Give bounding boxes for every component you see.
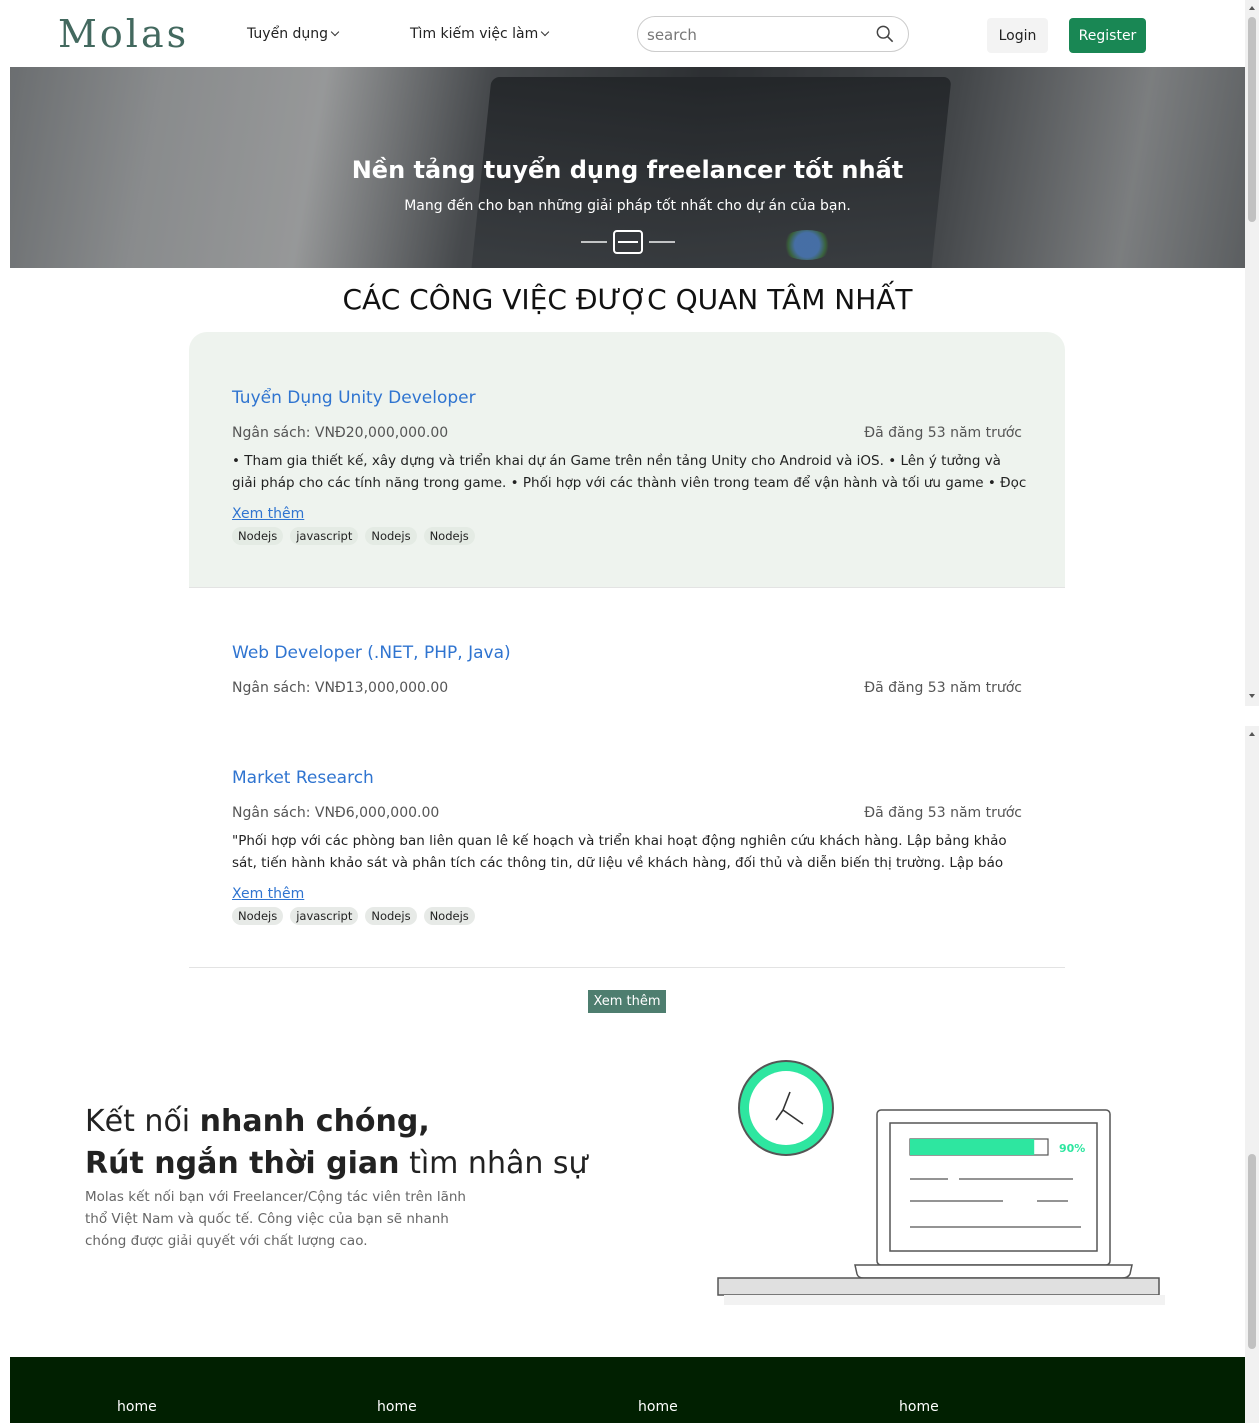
job-card: Market Research Ngân sách: VNĐ6,000,000.…: [189, 713, 1065, 968]
footer-link-home[interactable]: home: [377, 1399, 417, 1415]
search-box: [637, 16, 909, 52]
scrollbar-thumb[interactable]: [1248, 17, 1256, 222]
promo-heading: Kết nối nhanh chóng, Rút ngắn thời gian …: [85, 1101, 588, 1185]
carousel-indicator-1[interactable]: [581, 241, 607, 243]
job-posted-time: Đã đăng 53 năm trước: [864, 805, 1022, 821]
carousel-indicators: [581, 230, 675, 254]
job-tag[interactable]: javascript: [290, 907, 359, 925]
scrollbar-bottom[interactable]: [1245, 726, 1259, 1423]
menu-label: Tuyển dụng: [247, 26, 329, 42]
search-icon[interactable]: [876, 25, 894, 43]
job-budget: Ngân sách: VNĐ6,000,000.00: [232, 805, 440, 821]
hero-title: Nền tảng tuyển dụng freelancer tốt nhất: [351, 156, 904, 184]
footer-link-home[interactable]: home: [899, 1399, 939, 1415]
job-tag[interactable]: Nodejs: [365, 907, 417, 925]
job-title-link[interactable]: Tuyển Dụng Unity Developer: [232, 388, 476, 408]
scrollbar-top[interactable]: [1245, 0, 1259, 706]
job-tags: Nodejs javascript Nodejs Nodejs: [232, 907, 475, 925]
register-button[interactable]: Register: [1069, 18, 1146, 53]
chevron-down-icon: [541, 27, 550, 37]
job-budget: Ngân sách: VNĐ20,000,000.00: [232, 425, 449, 441]
scroll-up-icon[interactable]: [1249, 732, 1255, 736]
job-tag[interactable]: javascript: [290, 527, 359, 545]
job-title-link[interactable]: Web Developer (.NET, PHP, Java): [232, 643, 511, 663]
job-tag[interactable]: Nodejs: [232, 907, 284, 925]
promo-heading-bold: Rút ngắn thời gian: [85, 1146, 400, 1181]
hero-subtitle: Mang đến cho bạn những giải pháp tốt nhấ…: [404, 198, 851, 214]
job-posted-time: Đã đăng 53 năm trước: [864, 680, 1022, 696]
promo-heading-part: Kết nối: [85, 1104, 200, 1139]
job-tag[interactable]: Nodejs: [423, 527, 475, 545]
clock-icon: [738, 1060, 834, 1156]
hero-carousel: Nền tảng tuyển dụng freelancer tốt nhất …: [10, 67, 1245, 268]
menu-tim-kiem-viec-lam[interactable]: Tìm kiếm việc làm: [410, 26, 550, 42]
scrollbar-thumb[interactable]: [1248, 1154, 1256, 1349]
job-read-more-link[interactable]: Xem thêm: [232, 506, 304, 522]
job-description: "Phối hợp với các phòng ban liên quan lê…: [232, 833, 1007, 871]
job-posted-time: Đã đăng 53 năm trước: [864, 425, 1022, 441]
footer-link-home[interactable]: home: [638, 1399, 678, 1415]
job-description: • Tham gia thiết kế, xây dựng và triển k…: [232, 453, 1027, 491]
view-more-button[interactable]: Xem thêm: [588, 990, 666, 1013]
job-read-more-link[interactable]: Xem thêm: [232, 886, 304, 902]
menu-tuyen-dung[interactable]: Tuyển dụng: [247, 26, 340, 42]
navbar: Molas Tuyển dụng Tìm kiếm việc làm Login…: [0, 0, 1245, 67]
job-card: Web Developer (.NET, PHP, Java) Ngân sác…: [189, 588, 1065, 713]
carousel-indicator-2[interactable]: [613, 230, 643, 254]
section-title: CÁC CÔNG VIỆC ĐƯỢC QUAN TÂM NHẤT: [342, 283, 913, 316]
promo-heading-bold: nhanh chóng,: [199, 1104, 430, 1139]
menu-label: Tìm kiếm việc làm: [410, 26, 539, 42]
job-tag[interactable]: Nodejs: [365, 527, 417, 545]
login-button[interactable]: Login: [987, 18, 1048, 53]
scroll-up-icon[interactable]: [1249, 6, 1255, 10]
job-card: Tuyển Dụng Unity Developer Ngân sách: VN…: [189, 332, 1065, 588]
laptop-clock-illustration: 90%: [717, 1060, 1165, 1305]
job-tags: Nodejs javascript Nodejs Nodejs: [232, 527, 475, 545]
promo-paragraph: Molas kết nối bạn với Freelancer/Cộng tá…: [85, 1189, 466, 1249]
scroll-down-icon[interactable]: [1249, 694, 1255, 698]
promo-heading-part: tìm nhân sự: [399, 1146, 588, 1181]
progress-bar-fill: [910, 1139, 1035, 1155]
carousel-indicator-3[interactable]: [649, 241, 675, 243]
job-tag[interactable]: Nodejs: [423, 907, 475, 925]
progress-label: 90%: [1059, 1142, 1085, 1155]
job-tag[interactable]: Nodejs: [232, 527, 284, 545]
footer: home home home home: [10, 1357, 1245, 1423]
hero-decoration: [780, 230, 834, 260]
logo[interactable]: Molas: [58, 12, 189, 56]
chevron-down-icon: [330, 27, 340, 37]
job-title-link[interactable]: Market Research: [232, 768, 374, 788]
search-input[interactable]: [647, 23, 867, 47]
footer-link-home[interactable]: home: [117, 1399, 157, 1415]
job-budget: Ngân sách: VNĐ13,000,000.00: [232, 680, 449, 696]
